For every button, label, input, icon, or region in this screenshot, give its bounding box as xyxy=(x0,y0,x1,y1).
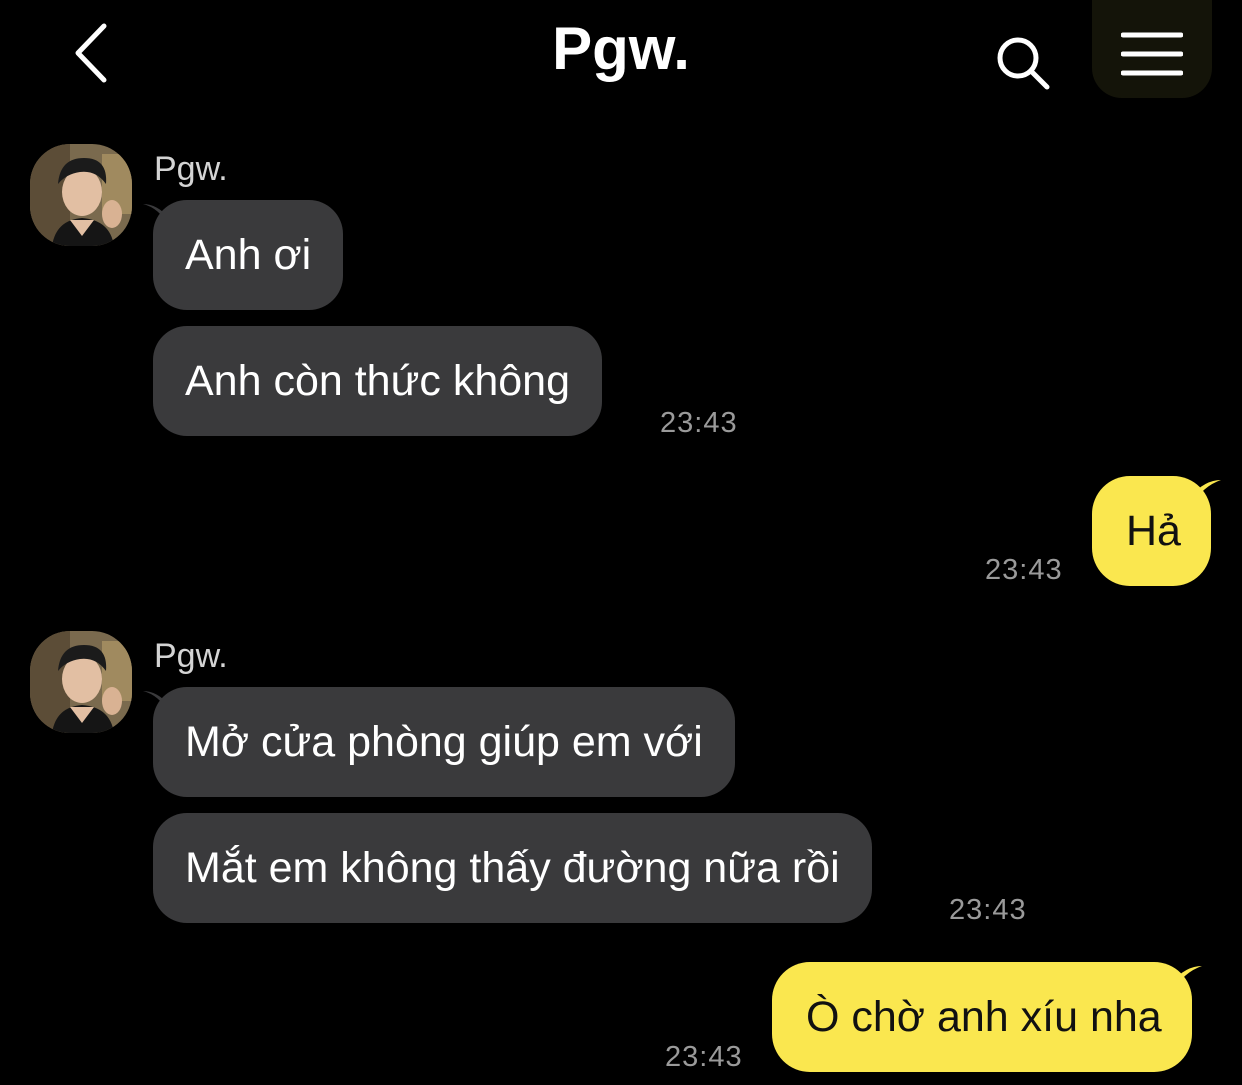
message-text: Mắt em không thấy đường nữa rồi xyxy=(185,843,840,892)
bubble-tail xyxy=(1190,480,1221,506)
chevron-left-icon xyxy=(75,23,107,83)
back-button[interactable] xyxy=(62,18,118,88)
message-timestamp: 23:43 xyxy=(660,407,738,439)
message-timestamp: 23:43 xyxy=(949,894,1027,926)
incoming-message-bubble[interactable]: Mắt em không thấy đường nữa rồi xyxy=(153,813,872,923)
search-button[interactable] xyxy=(990,30,1056,96)
avatar-photo xyxy=(30,631,132,733)
sender-name: Pgw. xyxy=(154,637,228,675)
message-text: Ò chờ anh xíu nha xyxy=(806,992,1162,1041)
message-text: Anh ơi xyxy=(185,230,312,279)
bubble-tail xyxy=(143,691,169,713)
sender-name: Pgw. xyxy=(154,150,228,188)
message-text: Mở cửa phòng giúp em với xyxy=(185,717,703,766)
outgoing-message-bubble[interactable]: Ò chờ anh xíu nha xyxy=(772,962,1202,1072)
incoming-message-bubble[interactable]: Mở cửa phòng giúp em với xyxy=(143,687,735,797)
avatar[interactable] xyxy=(30,144,132,246)
avatar-photo xyxy=(30,144,132,246)
bubble-tail xyxy=(1171,966,1202,992)
incoming-message-bubble[interactable]: Anh ơi xyxy=(143,200,344,310)
avatar[interactable] xyxy=(30,631,132,733)
search-icon xyxy=(997,37,1050,90)
message-text: Hả xyxy=(1126,506,1181,555)
message-timestamp: 23:43 xyxy=(985,554,1063,586)
message-timestamp: 23:43 xyxy=(665,1041,743,1073)
incoming-message-bubble[interactable]: Anh còn thức không xyxy=(153,326,602,436)
outgoing-message-bubble[interactable]: Hả xyxy=(1092,476,1221,586)
message-text: Anh còn thức không xyxy=(185,356,570,405)
bubble-tail xyxy=(143,204,169,226)
chat-header: Pgw. xyxy=(0,0,1242,110)
menu-button[interactable] xyxy=(1092,0,1212,98)
hamburger-menu-icon xyxy=(1121,32,1183,76)
